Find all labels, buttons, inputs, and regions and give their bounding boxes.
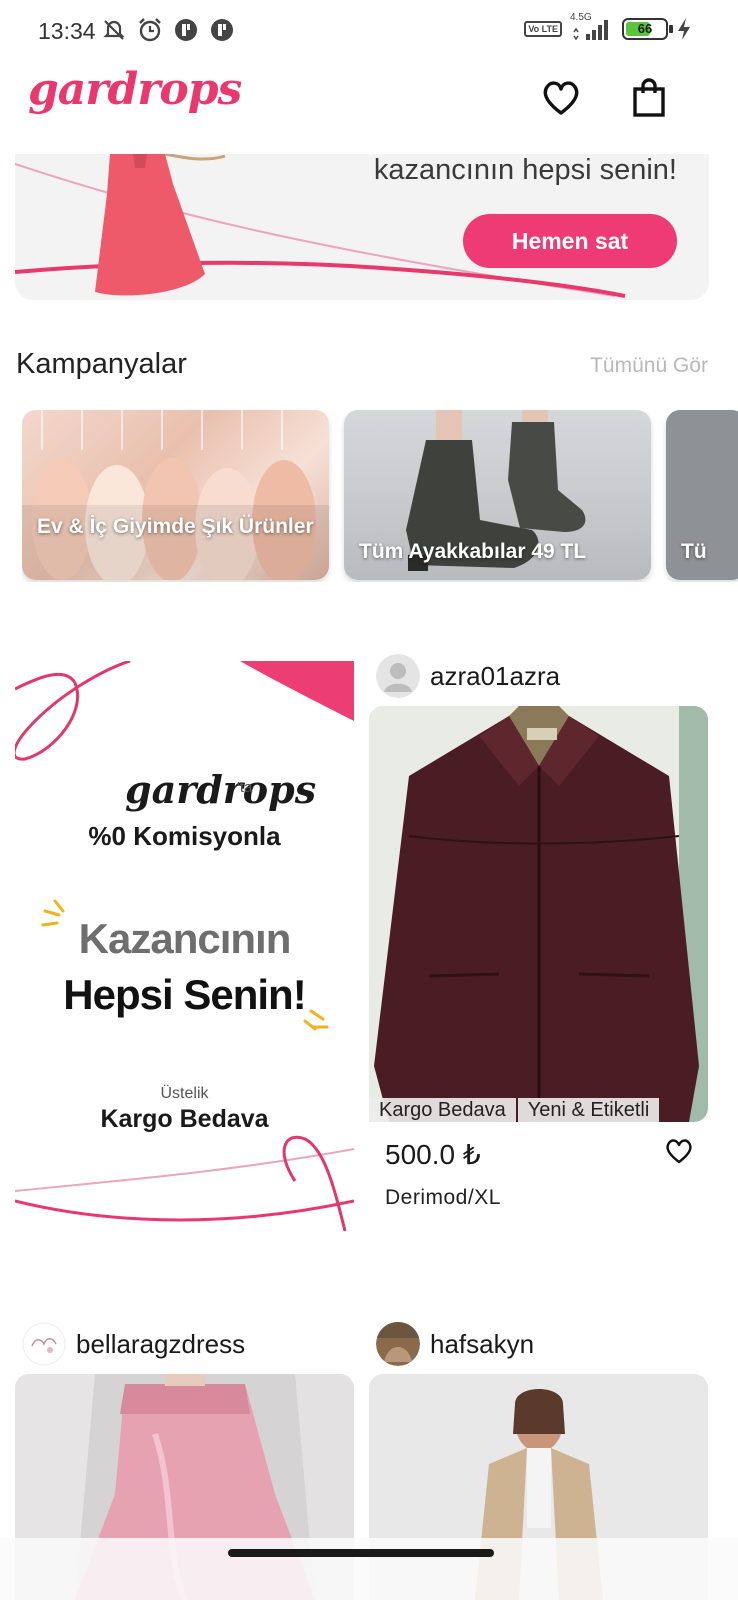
seller-name[interactable]: azra01azra — [430, 661, 560, 692]
campaign-label: Ev & İç Giyimde Şık Ürünler — [37, 515, 314, 538]
campaign-label: Tü — [681, 540, 707, 563]
product-tags: Kargo Bedava Yeni & Etiketli — [369, 1098, 708, 1122]
app-notification-icon — [211, 19, 233, 41]
poster-headline-1: Kazancının — [78, 915, 292, 962]
volte-icon: Vo LTE — [524, 21, 562, 37]
gardrops-logo[interactable]: gardrops — [28, 64, 242, 115]
favorite-button[interactable] — [664, 1136, 694, 1166]
leather-jacket-image — [369, 706, 708, 1122]
poster-logo: gardrops — [125, 767, 317, 812]
status-time: 13:34 — [38, 18, 96, 44]
poster-subtitle: %0 Komisyonla — [88, 821, 281, 851]
seller-logo-avatar — [22, 1322, 66, 1366]
home-indicator[interactable] — [228, 1549, 494, 1557]
campaign-card[interactable]: Tüm Ayakkabılar 49 TL — [344, 410, 651, 580]
avatar[interactable] — [376, 654, 420, 698]
signal-icon: 4.5G — [570, 12, 614, 42]
mute-icon — [103, 20, 125, 40]
banner-text: kazancının hepsi senin! — [373, 154, 677, 186]
app-header: gardrops — [0, 62, 738, 154]
seller-row[interactable]: hafsakyn — [376, 1321, 534, 1367]
avatar[interactable] — [22, 1322, 66, 1366]
seller-photo-avatar — [376, 1322, 420, 1366]
cart-button[interactable] — [625, 74, 673, 122]
product-price: 500.0 ₺ — [385, 1139, 481, 1170]
avatar[interactable] — [376, 1322, 420, 1366]
campaign-card[interactable]: Ev & İç Giyimde Şık Ürünler — [22, 410, 329, 580]
navigation-bar-background — [0, 1538, 738, 1600]
product-image[interactable] — [369, 706, 708, 1122]
heart-icon — [543, 81, 579, 115]
seller-name[interactable]: hafsakyn — [430, 1329, 534, 1360]
heart-icon — [666, 1139, 692, 1164]
poster-small-text: Üstelik — [160, 1085, 209, 1102]
seller-row[interactable]: bellaragzdress — [22, 1321, 245, 1367]
sell-banner[interactable]: kazancının hepsi senin! Hemen sat — [15, 154, 709, 300]
seller-row[interactable]: azra01azra — [376, 653, 560, 699]
status-bar: 13:34 Vo LTE 4.5G 66 — [0, 0, 738, 62]
campaign-card[interactable]: Tü — [666, 410, 738, 580]
status-system-icons: Vo LTE 4.5G 66 — [524, 12, 692, 42]
product-brand-size: Derimod/XL — [385, 1186, 501, 1209]
shopping-bag-icon — [633, 78, 665, 117]
campaigns-carousel[interactable]: Ev & İç Giyimde Şık Ürünler Tüm Ayakkabı… — [22, 410, 738, 582]
see-all-link[interactable]: Tümünü Gör — [590, 354, 708, 378]
battery-level: 66 — [637, 21, 653, 36]
default-avatar-icon — [376, 654, 420, 698]
seller-name[interactable]: bellaragzdress — [76, 1329, 245, 1360]
status-notification-icons — [100, 16, 236, 44]
poster-free-shipping: Kargo Bedava — [100, 1105, 269, 1133]
sell-now-button[interactable]: Hemen sat — [463, 214, 677, 268]
tag-new-with-label: Yeni & Etiketli — [517, 1098, 660, 1122]
app-notification-icon — [175, 19, 197, 41]
tag-free-shipping: Kargo Bedava — [369, 1098, 516, 1122]
campaign-image — [22, 410, 329, 580]
battery-icon: 66 — [622, 18, 673, 40]
poster-logo-suffix: 'ta — [237, 779, 253, 796]
poster-headline-2: Hepsi Senin! — [63, 971, 306, 1018]
alarm-icon — [139, 18, 161, 42]
campaigns-title: Kampanyalar — [16, 348, 187, 380]
charging-icon — [678, 18, 690, 40]
dress-image — [95, 154, 205, 296]
campaign-label: Tüm Ayakkabılar 49 TL — [359, 540, 587, 563]
favorites-button[interactable] — [537, 74, 585, 122]
promo-poster[interactable]: gardrops 'ta %0 Komisyonla Kazancının He… — [15, 661, 354, 1246]
